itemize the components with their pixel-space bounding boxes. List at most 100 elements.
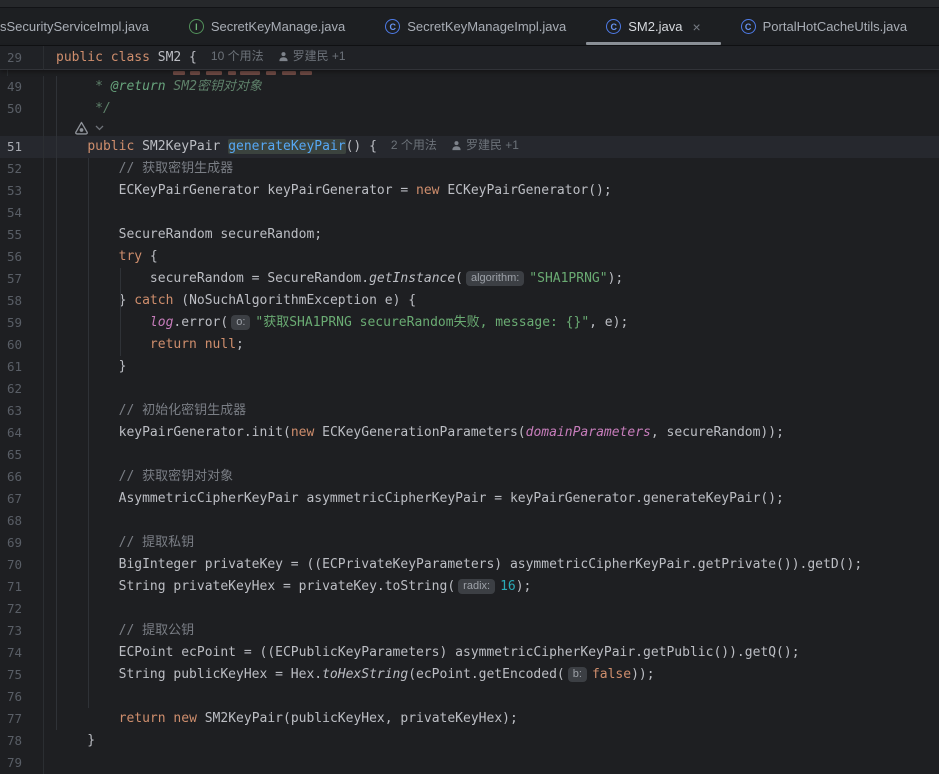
code-line-55[interactable]: 55 SecureRandom secureRandom;	[0, 224, 939, 246]
line-number[interactable]: 50	[0, 98, 44, 120]
code-line-60[interactable]: 60 return null;	[0, 334, 939, 356]
code-line-70[interactable]: 70 BigInteger privateKey = ((ECPrivateKe…	[0, 554, 939, 576]
class-icon: C	[606, 19, 621, 34]
code-token: String privateKeyHex = privateKey.toStri…	[56, 579, 455, 594]
line-number[interactable]: 59	[0, 312, 44, 334]
code-token: log	[150, 315, 173, 330]
line-number[interactable]: 77	[0, 708, 44, 730]
line-number[interactable]: 51	[0, 136, 44, 158]
code-line-78[interactable]: 78 }	[0, 730, 939, 752]
line-number[interactable]: 53	[0, 180, 44, 202]
line-number[interactable]: 72	[0, 598, 44, 620]
line-number[interactable]: 61	[0, 356, 44, 378]
line-number[interactable]: 58	[0, 290, 44, 312]
gutter[interactable]	[0, 120, 44, 136]
line-number[interactable]: 68	[0, 510, 44, 532]
line-number[interactable]: 29	[0, 46, 44, 70]
code-token	[56, 711, 119, 726]
line-number[interactable]: 56	[0, 246, 44, 268]
line-number[interactable]: 70	[0, 554, 44, 576]
code-line-49[interactable]: 49 * @return SM2密钥对对象	[0, 76, 939, 98]
line-number[interactable]: 65	[0, 444, 44, 466]
line-number[interactable]: 71	[0, 576, 44, 598]
tab-portalhotcacheutils-java[interactable]: CPortalHotCacheUtils.java	[721, 8, 928, 45]
code-token	[56, 139, 87, 154]
code-line-52[interactable]: 52 // 获取密钥生成器	[0, 158, 939, 180]
ai-assistant-icon[interactable]	[74, 121, 89, 136]
code-line-72[interactable]: 72	[0, 598, 939, 620]
code-text	[44, 598, 56, 620]
code-line-69[interactable]: 69 // 提取私钥	[0, 532, 939, 554]
code-line-64[interactable]: 64 keyPairGenerator.init(new ECKeyGenera…	[0, 422, 939, 444]
code-line-77[interactable]: 77 return new SM2KeyPair(publicKeyHex, p…	[0, 708, 939, 730]
line-number[interactable]: 78	[0, 730, 44, 752]
code-text: String publicKeyHex = Hex.toHexString(ec…	[44, 664, 655, 686]
code-line-73[interactable]: 73 // 提取公钥	[0, 620, 939, 642]
close-icon[interactable]: ×	[692, 20, 700, 34]
code-line-50[interactable]: 50 */	[0, 98, 939, 120]
line-number[interactable]: 64	[0, 422, 44, 444]
code-line-53[interactable]: 53 ECKeyPairGenerator keyPairGenerator =…	[0, 180, 939, 202]
tab-ssecurityserviceimpl-java[interactable]: sSecurityServiceImpl.java	[0, 8, 169, 45]
code-line-63[interactable]: 63 // 初始化密钥生成器	[0, 400, 939, 422]
code-text: } catch (NoSuchAlgorithmException e) {	[44, 290, 416, 312]
line-number[interactable]: 66	[0, 466, 44, 488]
code-token: }	[56, 293, 134, 308]
tab-sm2-java[interactable]: CSM2.java×	[586, 8, 720, 45]
code-line-59[interactable]: 59 log.error(o:"获取SHA1PRNG secureRandom失…	[0, 312, 939, 334]
line-number[interactable]: 76	[0, 686, 44, 708]
code-line-76[interactable]: 76	[0, 686, 939, 708]
code-token: AsymmetricCipherKeyPair asymmetricCipher…	[56, 491, 784, 506]
ai-inlay-content[interactable]	[44, 120, 104, 136]
line-number[interactable]: 57	[0, 268, 44, 290]
line-number[interactable]: 62	[0, 378, 44, 400]
code-line-54[interactable]: 54	[0, 202, 939, 224]
code-token: ));	[631, 667, 654, 682]
tab-secretkeymanage-java[interactable]: ISecretKeyManage.java	[169, 8, 365, 45]
code-token	[56, 79, 95, 94]
code-line-79[interactable]: 79	[0, 752, 939, 774]
code-token: SM2密钥对对象	[166, 79, 262, 94]
code-editor[interactable]: 49 * @return SM2密钥对对象50 */ 51 public SM2K…	[0, 70, 939, 774]
code-line-71[interactable]: 71 String privateKeyHex = privateKey.toS…	[0, 576, 939, 598]
line-number[interactable]: 67	[0, 488, 44, 510]
tab-secretkeymanageimpl-java[interactable]: CSecretKeyManageImpl.java	[365, 8, 586, 45]
author-annotation[interactable]: 罗建民 +1	[451, 138, 519, 152]
line-number[interactable]: 52	[0, 158, 44, 180]
sticky-class-declaration-line[interactable]: 29public class SM2 {10 个用法罗建民 +1	[0, 46, 939, 70]
code-line-65[interactable]: 65	[0, 444, 939, 466]
code-line-74[interactable]: 74 ECPoint ecPoint = ((ECPublicKeyParame…	[0, 642, 939, 664]
line-number[interactable]: 75	[0, 664, 44, 686]
tab-clipped[interactable]: C	[927, 8, 939, 45]
line-number[interactable]: 54	[0, 202, 44, 224]
code-line-67[interactable]: 67 AsymmetricCipherKeyPair asymmetricCip…	[0, 488, 939, 510]
code-line-75[interactable]: 75 String publicKeyHex = Hex.toHexString…	[0, 664, 939, 686]
line-number[interactable]: 63	[0, 400, 44, 422]
indent-guide	[56, 76, 57, 730]
code-line-61[interactable]: 61 }	[0, 356, 939, 378]
line-number[interactable]: 73	[0, 620, 44, 642]
chevron-down-icon[interactable]	[95, 125, 104, 131]
code-line-62[interactable]: 62	[0, 378, 939, 400]
line-number[interactable]: 55	[0, 224, 44, 246]
class-icon: C	[741, 19, 756, 34]
tab-label: SecretKeyManageImpl.java	[407, 19, 566, 34]
code-token: ECPoint ecPoint = ((ECPublicKeyParameter…	[56, 645, 800, 660]
usages-hint[interactable]: 2 个用法	[391, 138, 437, 152]
author-annotation[interactable]: 罗建民 +1	[278, 49, 346, 63]
line-number[interactable]: 79	[0, 752, 44, 774]
line-number[interactable]: 74	[0, 642, 44, 664]
line-number[interactable]: 60	[0, 334, 44, 356]
line-number[interactable]: 49	[0, 76, 44, 98]
code-token: public class	[56, 50, 158, 65]
code-line-57[interactable]: 57 secureRandom = SecureRandom.getInstan…	[0, 268, 939, 290]
code-text: secureRandom = SecureRandom.getInstance(…	[44, 268, 623, 290]
usages-hint[interactable]: 10 个用法	[211, 49, 264, 63]
code-line-58[interactable]: 58 } catch (NoSuchAlgorithmException e) …	[0, 290, 939, 312]
code-token: @return	[111, 79, 166, 94]
code-line-51[interactable]: 51 public SM2KeyPair generateKeyPair() {…	[0, 136, 939, 158]
code-line-66[interactable]: 66 // 获取密钥对对象	[0, 466, 939, 488]
line-number[interactable]: 69	[0, 532, 44, 554]
code-line-68[interactable]: 68	[0, 510, 939, 532]
code-line-56[interactable]: 56 try {	[0, 246, 939, 268]
